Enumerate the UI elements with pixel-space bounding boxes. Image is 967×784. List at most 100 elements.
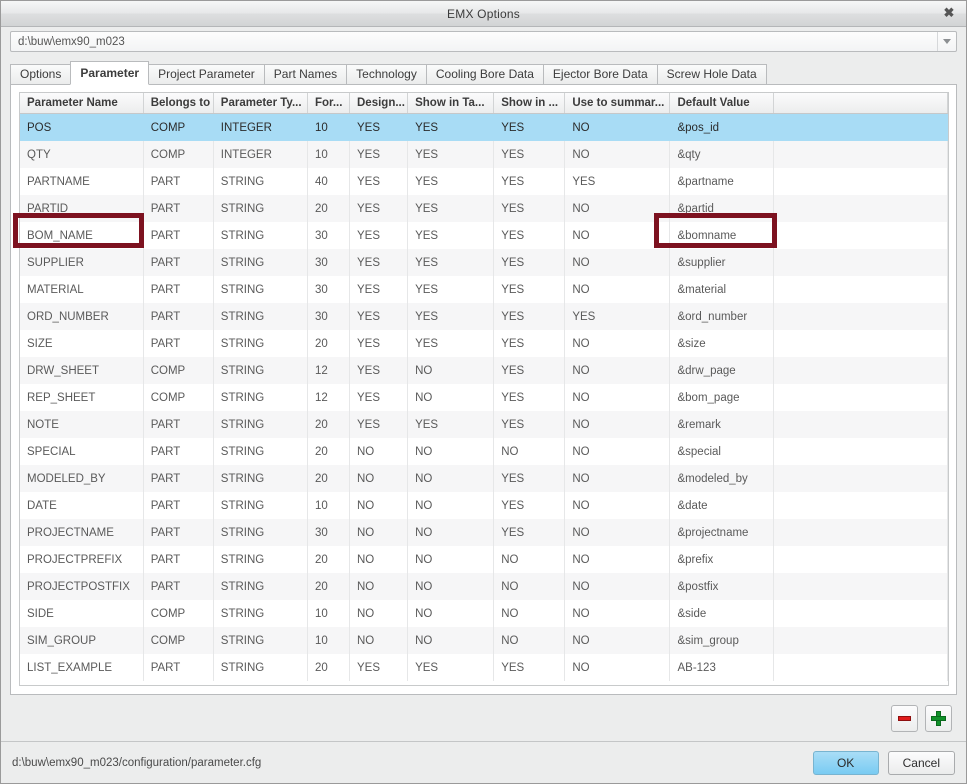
table-cell[interactable]: STRING [213,519,308,546]
table-cell[interactable]: ORD_NUMBER [20,303,144,330]
table-cell[interactable]: NO [564,654,671,681]
table-cell[interactable]: NO [407,384,495,411]
table-cell[interactable]: PART [143,222,214,249]
table-cell[interactable]: &bom_page [669,384,774,411]
table-cell[interactable]: NO [564,546,671,573]
table-cell[interactable]: YES [493,303,566,330]
tab-part-names[interactable]: Part Names [263,64,347,84]
table-cell[interactable]: YES [407,195,495,222]
table-row[interactable]: SIDE COMP STRING 10 NO NO NO NO &side [20,600,948,627]
remove-parameter-button[interactable] [891,704,918,732]
table-cell[interactable]: 20 [307,411,351,438]
table-cell[interactable]: YES [349,249,409,276]
table-cell[interactable]: &drw_page [669,357,774,384]
table-cell[interactable]: 30 [307,303,351,330]
table-cell[interactable]: STRING [213,303,308,330]
table-cell[interactable]: NO [564,519,671,546]
table-cell[interactable]: STRING [213,573,308,600]
table-cell[interactable]: NO [564,384,671,411]
table-cell[interactable]: SIZE [20,330,144,357]
table-cell[interactable]: PART [143,519,214,546]
column-header-show-in-ta[interactable]: Show in Ta... [407,93,495,114]
table-cell[interactable]: YES [407,222,495,249]
table-row[interactable]: PROJECTPREFIX PART STRING 20 NO NO NO NO &prefix [20,546,948,573]
table-cell[interactable]: NO [349,519,409,546]
table-cell[interactable]: NO [349,492,409,519]
table-cell[interactable]: &size [669,330,774,357]
table-cell[interactable]: NO [349,627,409,654]
table-cell[interactable]: YES [349,276,409,303]
table-cell[interactable]: YES [349,411,409,438]
table-cell[interactable]: STRING [213,654,308,681]
table-cell[interactable]: STRING [213,330,308,357]
table-row[interactable]: REP_SHEET COMP STRING 12 YES NO YES NO &bom_page [20,384,948,411]
table-cell[interactable]: YES [493,168,566,195]
table-cell[interactable]: YES [493,654,566,681]
table-cell[interactable]: COMP [143,141,214,168]
table-cell[interactable]: NO [407,627,495,654]
table-cell[interactable]: STRING [213,492,308,519]
table-cell[interactable]: YES [349,168,409,195]
table-cell[interactable]: STRING [213,600,308,627]
table-cell[interactable]: YES [349,113,409,141]
table-cell[interactable]: NO [564,411,671,438]
table-cell[interactable]: YES [407,303,495,330]
table-cell[interactable]: PROJECTPOSTFIX [20,573,144,600]
table-cell[interactable]: YES [493,492,566,519]
table-cell[interactable]: NO [564,222,671,249]
table-cell[interactable]: 10 [307,113,351,141]
table-row[interactable]: NOTE PART STRING 20 YES YES YES NO &remark [20,411,948,438]
table-cell[interactable]: 12 [307,357,351,384]
table-cell[interactable]: NO [564,195,671,222]
table-cell[interactable]: NO [564,627,671,654]
table-cell[interactable]: STRING [213,438,308,465]
table-cell[interactable]: NO [349,438,409,465]
tab-options[interactable]: Options [10,64,71,84]
table-cell[interactable]: YES [493,141,566,168]
table-cell[interactable]: YES [407,113,495,141]
table-cell[interactable]: YES [349,357,409,384]
table-cell[interactable]: 20 [307,330,351,357]
table-cell[interactable]: PART [143,330,214,357]
table-cell[interactable]: INTEGER [213,141,308,168]
table-row[interactable]: SUPPLIER PART STRING 30 YES YES YES NO &supplier [20,249,948,276]
parameter-table-scroll[interactable]: Parameter Name Belongs to Parameter Ty... F… [19,92,949,686]
table-cell[interactable]: YES [349,330,409,357]
column-header-for[interactable]: For... [307,93,351,114]
table-cell[interactable]: NO [407,492,495,519]
table-cell[interactable]: STRING [213,411,308,438]
table-cell[interactable]: &prefix [669,546,774,573]
table-cell[interactable]: NO [407,546,495,573]
table-cell[interactable]: NO [349,600,409,627]
table-cell[interactable]: STRING [213,276,308,303]
table-cell[interactable]: NO [493,600,566,627]
table-cell[interactable]: 20 [307,195,351,222]
table-cell[interactable]: YES [407,249,495,276]
table-cell[interactable]: 30 [307,249,351,276]
table-cell[interactable]: YES [349,654,409,681]
column-header-belongs-to[interactable]: Belongs to [143,93,214,114]
table-cell[interactable]: 12 [307,384,351,411]
table-row[interactable]: DRW_SHEET COMP STRING 12 YES NO YES NO &drw_page [20,357,948,384]
table-row[interactable]: PARTNAME PART STRING 40 YES YES YES YES &partnam… [20,168,948,195]
table-cell[interactable]: PART [143,546,214,573]
table-row[interactable]: DATE PART STRING 10 NO NO YES NO &date [20,492,948,519]
table-cell[interactable]: STRING [213,546,308,573]
table-cell[interactable]: NO [407,600,495,627]
table-cell[interactable]: PARTNAME [20,168,144,195]
table-cell[interactable]: &bomname [669,222,774,249]
table-cell[interactable]: YES [493,222,566,249]
table-cell[interactable]: NO [493,573,566,600]
table-row[interactable]: MATERIAL PART STRING 30 YES YES YES NO &material [20,276,948,303]
table-cell[interactable]: 20 [307,546,351,573]
table-cell[interactable]: NO [564,141,671,168]
table-cell[interactable]: YES [493,519,566,546]
table-cell[interactable]: NO [564,492,671,519]
chevron-down-icon[interactable] [937,32,956,51]
table-cell[interactable]: AB-123 [669,654,774,681]
table-cell[interactable]: 20 [307,573,351,600]
tab-cooling-bore-data[interactable]: Cooling Bore Data [425,64,543,84]
table-cell[interactable]: YES [407,411,495,438]
table-cell[interactable]: NOTE [20,411,144,438]
table-row[interactable]: PARTID PART STRING 20 YES YES YES NO &partid [20,195,948,222]
